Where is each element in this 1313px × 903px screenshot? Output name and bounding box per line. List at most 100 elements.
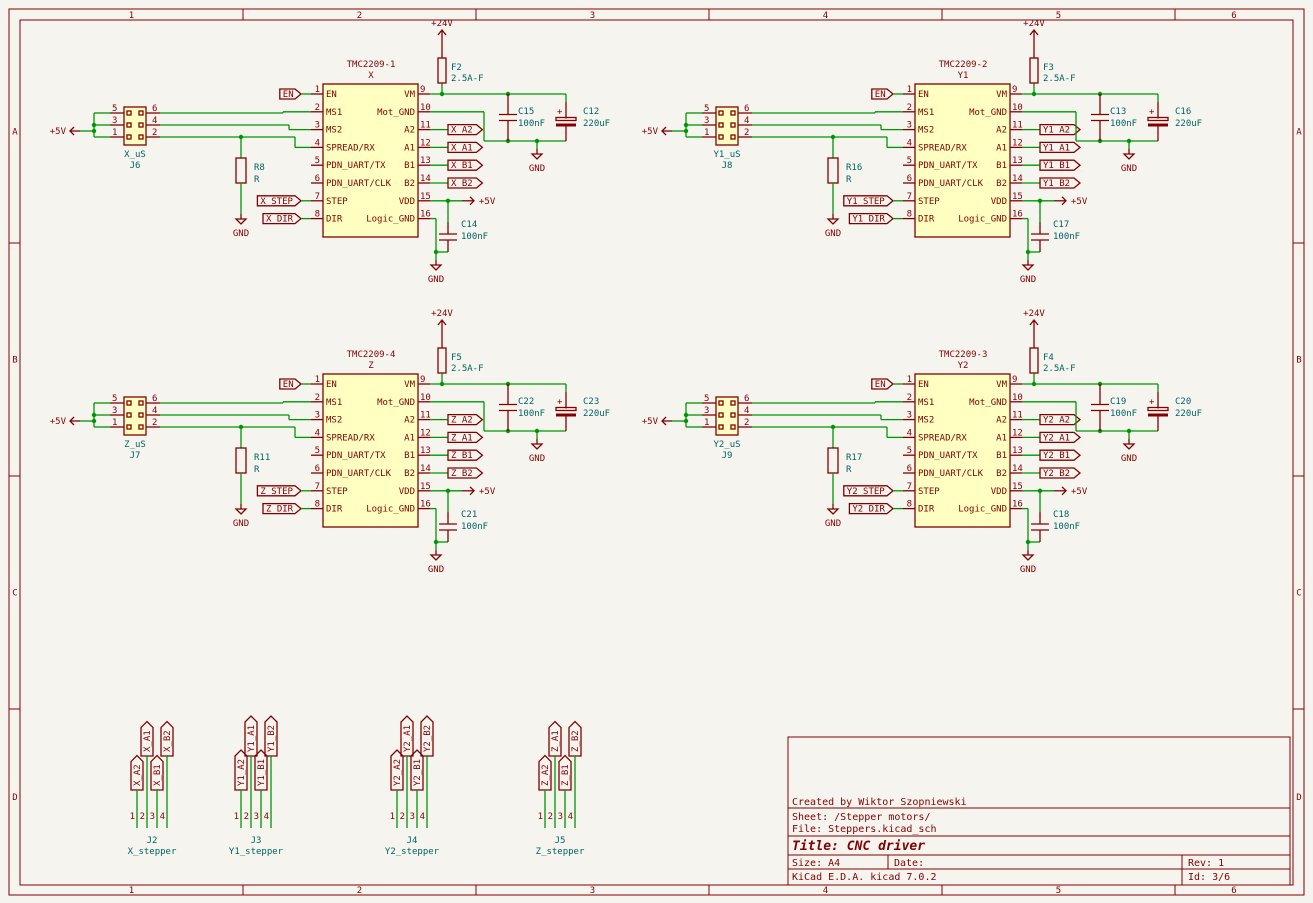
pin-name-left: MS1 [918,108,934,118]
ic-part: TMC2209-1 [347,60,396,70]
stepper-pin-number: 2 [244,812,249,822]
pin-name-left: PDN_UART/TX [326,451,386,461]
power-label: +5V [1071,487,1088,497]
gnd-symbol: GND [529,439,545,464]
pin-name-left: STEP [918,487,940,497]
global-label: Y1_DIR [848,212,895,225]
pin-number-right: 12 [1012,138,1023,148]
junction-dot [830,134,836,140]
outer-frame [8,8,1305,896]
pin-name-right: A1 [404,433,415,443]
column-marker: 6 [1231,11,1236,21]
global-label-text: Y2_A1 [403,725,413,752]
global-label-text: Y2_A2 [1043,416,1070,426]
stepper-value: Y1_stepper [229,847,284,857]
resistor-body [827,157,839,184]
fuse-value: 2.5A-F [1043,74,1076,84]
power-label: +5V [1071,197,1088,207]
pin-number-left: 3 [907,411,912,421]
pin-name-right: Mot_GND [969,108,1007,118]
stepper-value: X_stepper [128,847,177,857]
pin-number-right: 11 [1012,411,1023,421]
power-label: +5V [50,417,67,427]
global-label-text: Y1_DIR [852,215,885,225]
pin-number-right: 14 [1012,174,1023,184]
resistor-value: R [846,465,852,475]
pin-number-left: 1 [907,85,912,95]
pin-name-left: STEP [918,197,940,207]
pin-number-left: 6 [315,464,320,474]
pin-name-left: DIR [326,215,343,225]
global-label-text: Y2_A2 [393,759,403,786]
pin-name-left: PDN_UART/CLK [918,469,984,479]
global-label-text: Z_STEP [260,487,293,497]
fuse-body [437,347,447,374]
junction-dot [683,122,689,128]
global-label-text: Y1_A1 [247,725,257,752]
fuse-body [437,57,447,84]
pin-name-left: PDN_UART/CLK [326,469,392,479]
pin-number-right: 11 [420,121,431,131]
pin-number-left: 5 [315,446,320,456]
stepper-ref: J4 [407,836,418,846]
global-label: Z_A1 [548,720,562,757]
pin-number-right: 16 [1012,210,1023,220]
stepper-ref: J2 [147,836,158,846]
pin-number-right: 10 [420,103,431,113]
stepper-pin-number: 1 [538,812,543,822]
global-label: Y2_B1 [1039,449,1082,461]
pin-number-left: 1 [907,375,912,385]
pin-name-left: DIR [918,215,935,225]
stepper-pin-number: 4 [264,812,269,822]
pin-number-right: 10 [420,393,431,403]
power-label: +5V [50,127,67,137]
global-label: EN [871,378,895,390]
pin-name-left: SPREAD/RX [918,433,967,443]
global-label: Z_A2 [447,413,484,426]
global-label-text: Z_B1 [561,764,571,786]
stepper-pin-number: 3 [150,812,155,822]
column-marker: 1 [129,11,134,21]
pin-number-left: 6 [907,464,912,474]
cap-value: 100nF [461,232,488,242]
global-label: Z_B2 [447,467,484,479]
pin-name-left: SPREAD/RX [326,143,375,153]
gnd-label: GND [825,519,841,529]
pin-name-right: B1 [404,161,415,171]
cap-plate [1148,413,1168,417]
global-label: Y1_B2 [1039,177,1082,189]
pin-number-right: 13 [1012,156,1023,166]
row-marker: C [1296,589,1301,599]
gnd-icon [429,264,443,271]
gnd-symbol: GND [529,149,545,174]
power-label: +24V [431,19,453,29]
stepper-pin-number: 4 [160,812,165,822]
row-marker: B [12,356,17,366]
driver-y1: TMC2209-2Y1 EN VM 1 9 MS1 Mot_GND 2 10 MS2 A2 3 11 SP… [642,19,1202,285]
global-label: Y1_A1 [244,715,258,757]
pin-name-right: A2 [996,126,1007,136]
sheet-title: Title: CNC driver [792,839,925,854]
cap-ref: C12 [583,107,599,117]
ic-axis: X [368,71,374,81]
global-label: Z_DIR [262,502,303,515]
global-label-text: EN [875,90,886,100]
pin-number-left: 5 [315,156,320,166]
pin-name-right: B1 [996,161,1007,171]
cap-value: 220uF [1175,119,1202,129]
pin-name-left: EN [326,380,337,390]
power-label: +5V [642,127,659,137]
gnd-icon [1021,554,1035,561]
pin-number-left: 7 [907,192,912,202]
polarity-mark: + [1149,108,1155,118]
global-label-text: Z_A1 [551,730,561,752]
power-symbol: +24V [431,309,453,334]
driver-x: TMC2209-1X EN VM 1 9 MS1 Mot_GND 2 10 MS2 A2 3 11 SPR… [50,19,610,285]
pin-number-right: 12 [420,428,431,438]
pin-name-right: A1 [404,143,415,153]
pin-number-right: 13 [420,446,431,456]
gnd-symbol: GND [825,504,841,529]
power-symbol: +5V [462,486,496,497]
resistor-body [235,447,247,474]
pin-name-left: SPREAD/RX [918,143,967,153]
